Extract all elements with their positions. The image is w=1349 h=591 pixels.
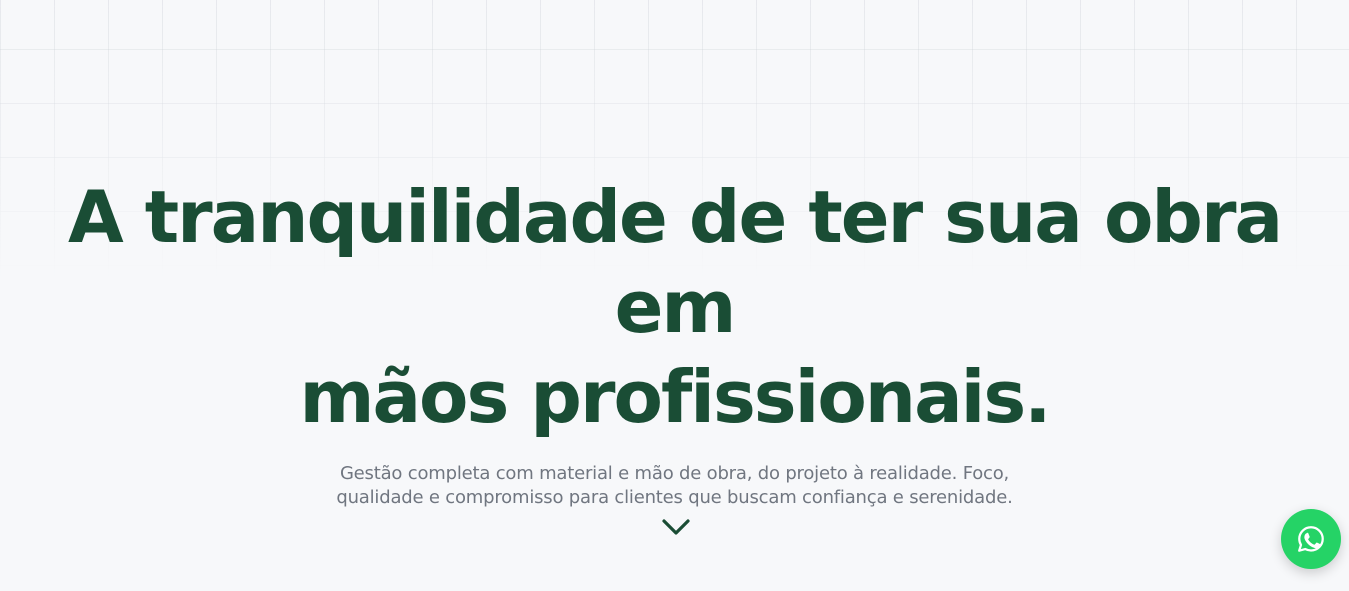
hero-section: A tranquilidade de ter sua obra em mãos … — [0, 172, 1349, 510]
hero-subtitle: Gestão completa com material e mão de ob… — [275, 462, 1075, 510]
scroll-down-button[interactable] — [659, 512, 693, 542]
hero-title-line-2: mãos profissionais. — [299, 355, 1051, 439]
hero-subtitle-line-2: qualidade e compromisso para clientes qu… — [336, 487, 1013, 508]
hero-title: A tranquilidade de ter sua obra em mãos … — [0, 172, 1349, 442]
hero-title-line-1: A tranquilidade de ter sua obra em — [67, 175, 1283, 349]
whatsapp-icon — [1298, 526, 1324, 552]
whatsapp-button[interactable] — [1281, 509, 1341, 569]
chevron-down-icon — [662, 519, 690, 535]
hero-subtitle-line-1: Gestão completa com material e mão de ob… — [339, 463, 1010, 484]
